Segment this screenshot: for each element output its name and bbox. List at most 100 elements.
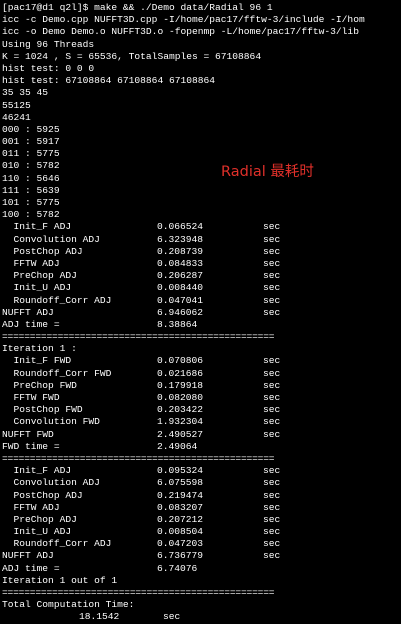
timing-label: FFTW ADJ	[2, 257, 60, 269]
output-line: 35 35 45	[2, 87, 49, 99]
command-prompt-line: [pac17@d1 q2l]$ make && ./Demo data/Radi…	[2, 2, 273, 13]
timing-label: PreChop FWD	[2, 379, 77, 391]
timing-row: Roundoff_Corr ADJ 0.047203 sec	[2, 538, 401, 550]
timing-label: FFTW FWD	[2, 392, 60, 403]
timing-row: PreChop ADJ 0.207212 sec	[2, 514, 401, 526]
timing-unit: sec	[263, 465, 281, 477]
output-line: 100 : 5782	[2, 209, 60, 221]
separator-line: ========================================…	[2, 587, 275, 598]
timing-value: 0.047203	[157, 538, 204, 550]
timing-row: NUFFT ADJ 6.946062 sec	[2, 307, 401, 319]
timing-row: FFTW ADJ 0.083207 sec	[2, 502, 401, 514]
timing-value: 6.946062	[157, 306, 204, 318]
output-line: 55125	[2, 99, 31, 111]
timing-row: FFTW ADJ 0.084833 sec	[2, 258, 401, 270]
timing-row: Init_F ADJ 0.066524 sec	[2, 221, 401, 233]
timing-value: 0.219474	[157, 489, 204, 501]
timing-unit: sec	[263, 245, 281, 257]
timing-row: Roundoff_Corr ADJ 0.047041 sec	[2, 295, 401, 307]
annotation-radial-most-time: Radial 最耗时	[221, 164, 314, 180]
timing-unit: sec	[263, 221, 281, 233]
timing-label: Init_F ADJ	[2, 221, 72, 233]
timing-unit: sec	[263, 257, 281, 269]
timing-value: 6.323948	[157, 233, 204, 245]
timing-value: 0.095324	[157, 465, 204, 477]
timing-unit: sec	[263, 404, 281, 416]
timing-row: PreChop ADJ 0.206287 sec	[2, 270, 401, 282]
timing-row: NUFFT FWD 2.490527 sec	[2, 429, 401, 441]
timing-row: NUFFT ADJ 6.736779 sec	[2, 550, 401, 562]
timing-unit: sec	[263, 379, 281, 391]
timing-label: Convolution FWD	[2, 416, 100, 428]
output-line: 110 : 5646	[2, 172, 60, 184]
timing-label: Init_F ADJ	[2, 465, 72, 477]
timing-unit: sec	[263, 526, 281, 538]
time-value: 8.38864	[157, 318, 198, 330]
timing-value: 0.207212	[157, 513, 204, 525]
timing-unit: sec	[263, 392, 281, 403]
output-line: icc -c Demo.cpp NUFFT3D.cpp -I/home/pac1…	[2, 14, 365, 26]
timing-label: PreChop ADJ	[2, 513, 77, 525]
timing-row: Convolution FWD 1.932304 sec	[2, 416, 401, 428]
timing-label: PostChop ADJ	[2, 489, 83, 501]
separator-line: ========================================…	[2, 331, 275, 343]
timing-value: 0.179918	[157, 379, 204, 391]
timing-row: Init_U ADJ 0.008504 sec	[2, 526, 401, 538]
timing-unit: sec	[263, 550, 281, 562]
timing-label: Init_U ADJ	[2, 282, 72, 294]
timing-label: NUFFT FWD	[2, 428, 54, 440]
output-line: 011 : 5775	[2, 148, 60, 160]
time-label: FWD time =	[2, 440, 60, 452]
timing-row: PreChop FWD 0.179918 sec	[2, 380, 401, 392]
timing-value: 0.070806	[157, 355, 204, 367]
iteration-header: Iteration 1 :	[2, 343, 77, 355]
timing-label: PostChop ADJ	[2, 245, 83, 257]
output-line: hist test: 67108864 67108864 67108864	[2, 75, 216, 87]
time-value: 2.49064	[157, 440, 198, 452]
output-line: 010 : 5782	[2, 160, 60, 172]
timing-label: PostChop FWD	[2, 404, 83, 416]
output-line: Using 96 Threads	[2, 38, 95, 50]
timing-value: 0.008440	[157, 282, 204, 294]
timing-unit: sec	[263, 501, 281, 513]
output-line: 000 : 5925	[2, 123, 60, 135]
total-time-value: 18.1542	[79, 611, 120, 623]
adj-time-row: ADJ time = 8.38864	[2, 319, 401, 331]
timing-value: 0.203422	[157, 404, 204, 416]
timing-label: Roundoff_Corr ADJ	[2, 294, 112, 306]
timing-unit: sec	[263, 416, 281, 428]
timing-unit: sec	[263, 538, 281, 550]
timing-row: PostChop FWD 0.203422 sec	[2, 404, 401, 416]
output-line: 101 : 5775	[2, 197, 60, 208]
timing-row: Init_F ADJ 0.095324 sec	[2, 465, 401, 477]
timing-row: PostChop ADJ 0.219474 sec	[2, 490, 401, 502]
output-line: icc -o Demo Demo.o NUFFT3D.o -fopenmp -L…	[2, 26, 359, 38]
timing-value: 0.066524	[157, 221, 204, 233]
fwd-time-row: FWD time = 2.49064	[2, 441, 401, 453]
terminal-window[interactable]: [pac17@d1 q2l]$ make && ./Demo data/Radi…	[0, 0, 401, 622]
timing-unit: sec	[263, 282, 281, 294]
timing-value: 2.490527	[157, 428, 204, 440]
timing-row: Init_F FWD 0.070806 sec	[2, 355, 401, 367]
timing-unit: sec	[263, 306, 281, 318]
timing-row: Roundoff_Corr FWD 0.021686 sec	[2, 368, 401, 380]
timing-value: 1.932304	[157, 416, 204, 428]
timing-label: Convolution ADJ	[2, 477, 100, 489]
timing-label: Init_F FWD	[2, 355, 72, 367]
timing-row: Convolution ADJ 6.323948 sec	[2, 234, 401, 246]
output-line: 111 : 5639	[2, 184, 60, 196]
output-line: 46241	[2, 111, 31, 123]
timing-value: 6.075598	[157, 477, 204, 489]
timing-value: 0.008504	[157, 526, 204, 538]
timing-label: Init_U ADJ	[2, 526, 72, 538]
timing-label: FFTW ADJ	[2, 501, 60, 513]
timing-value: 0.083207	[157, 501, 204, 513]
timing-value: 0.047041	[157, 294, 204, 306]
time-value: 6.74076	[157, 562, 198, 574]
iteration-done-line: Iteration 1 out of 1	[2, 574, 118, 586]
timing-unit: sec	[263, 513, 281, 525]
timing-label: Roundoff_Corr FWD	[2, 367, 112, 379]
timing-unit: sec	[263, 428, 281, 440]
adj-time-row: ADJ time = 6.74076	[2, 563, 401, 575]
timing-value: 0.208739	[157, 245, 204, 257]
